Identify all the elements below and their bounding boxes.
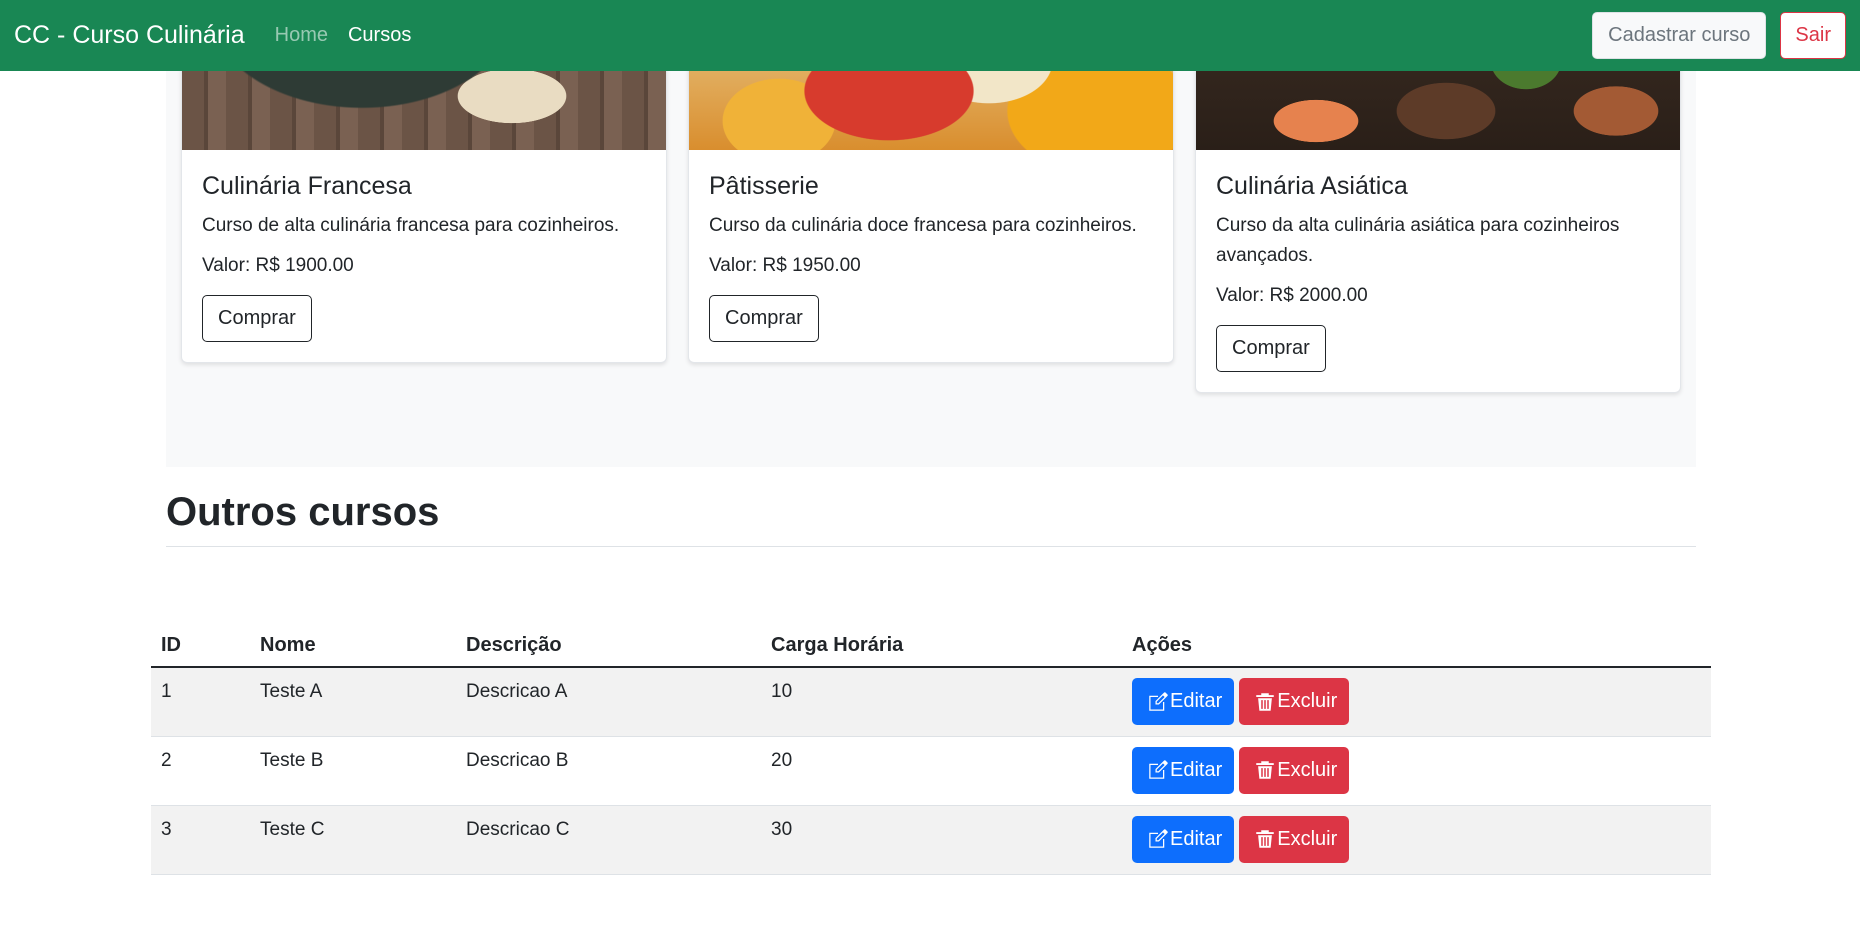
- table-row: 1 Teste A Descricao A 10 Editar Excluir: [151, 667, 1711, 737]
- delete-button[interactable]: Excluir: [1239, 678, 1350, 725]
- section-divider: [166, 546, 1696, 547]
- section-title: Outros cursos: [166, 490, 440, 534]
- nav-link-home[interactable]: Home: [275, 24, 328, 47]
- card-body: Pâtisserie Curso da culinária doce franc…: [689, 150, 1173, 362]
- card-body: Culinária Asiática Curso da alta culinár…: [1196, 150, 1680, 392]
- column-header-actions: Ações: [1122, 625, 1711, 668]
- card-title: Pâtisserie: [709, 172, 819, 200]
- buy-button[interactable]: Comprar: [202, 295, 312, 342]
- pencil-square-icon: [1149, 760, 1168, 779]
- pencil-square-icon: [1149, 691, 1168, 711]
- delete-label: Excluir: [1277, 827, 1338, 850]
- logout-button[interactable]: Sair: [1780, 12, 1846, 59]
- column-header-description: Descrição: [456, 625, 761, 668]
- table-header-row: ID Nome Descrição Carga Horária Ações: [151, 625, 1711, 668]
- edit-label: Editar: [1170, 758, 1223, 781]
- cell-hours: 20: [761, 736, 1122, 806]
- cell-hours: 10: [761, 667, 1122, 737]
- card-description: Curso da alta culinária asiática para co…: [1216, 215, 1620, 266]
- table-row: 2 Teste B Descricao B 20 Editar Excluir: [151, 736, 1711, 806]
- cell-description: Descricao A: [456, 667, 761, 737]
- edit-button[interactable]: Editar: [1132, 678, 1235, 725]
- trash-icon: [1256, 692, 1274, 711]
- column-header-name: Nome: [250, 625, 456, 668]
- cell-actions: Editar Excluir: [1122, 805, 1711, 875]
- delete-label: Excluir: [1277, 758, 1338, 781]
- card-body: Culinária Francesa Curso de alta culinár…: [182, 150, 666, 362]
- cell-actions: Editar Excluir: [1122, 667, 1711, 737]
- trash-icon: [1256, 830, 1274, 848]
- pencil-square-icon: [1149, 829, 1168, 848]
- nav-link-cursos[interactable]: Cursos: [348, 24, 411, 47]
- card-title: Culinária Francesa: [202, 172, 412, 200]
- delete-label: Excluir: [1277, 690, 1338, 712]
- register-course-button[interactable]: Cadastrar curso: [1592, 12, 1767, 59]
- card-description: Curso de alta culinária francesa para co…: [202, 215, 620, 236]
- navbar: CC - Curso Culinária Home Cursos Cadastr…: [0, 0, 1860, 71]
- edit-label: Editar: [1170, 690, 1223, 712]
- cell-id: 3: [151, 805, 250, 875]
- trash-icon: [1256, 761, 1274, 779]
- cell-id: 1: [151, 667, 250, 737]
- brand-link[interactable]: CC - Curso Culinária: [14, 21, 245, 50]
- card-price: Valor: R$ 2000.00: [1216, 285, 1368, 306]
- table-row: 3 Teste C Descricao C 30 Editar Excluir: [151, 805, 1711, 875]
- cell-name: Teste B: [250, 736, 456, 806]
- edit-button[interactable]: Editar: [1132, 815, 1235, 863]
- cell-name: Teste A: [250, 667, 456, 737]
- card-price: Valor: R$ 1900.00: [202, 255, 354, 276]
- cell-actions: Editar Excluir: [1122, 736, 1711, 806]
- buy-button[interactable]: Comprar: [709, 295, 819, 342]
- cell-hours: 30: [761, 805, 1122, 875]
- cell-description: Descricao C: [456, 805, 761, 875]
- delete-button[interactable]: Excluir: [1239, 815, 1350, 863]
- cell-description: Descricao B: [456, 736, 761, 806]
- card-description: Curso da culinária doce francesa para co…: [709, 215, 1137, 236]
- buy-button[interactable]: Comprar: [1216, 325, 1326, 372]
- column-header-id: ID: [151, 625, 250, 668]
- delete-button[interactable]: Excluir: [1239, 746, 1350, 794]
- card-title: Culinária Asiática: [1216, 172, 1408, 200]
- cell-id: 2: [151, 736, 250, 806]
- navbar-actions: Cadastrar curso Sair: [1592, 12, 1846, 59]
- edit-label: Editar: [1170, 827, 1223, 850]
- edit-button[interactable]: Editar: [1132, 746, 1235, 794]
- cell-name: Teste C: [250, 805, 456, 875]
- card-price: Valor: R$ 1950.00: [709, 255, 861, 276]
- courses-table: ID Nome Descrição Carga Horária Ações 1 …: [151, 625, 1711, 875]
- column-header-hours: Carga Horária: [761, 625, 1122, 668]
